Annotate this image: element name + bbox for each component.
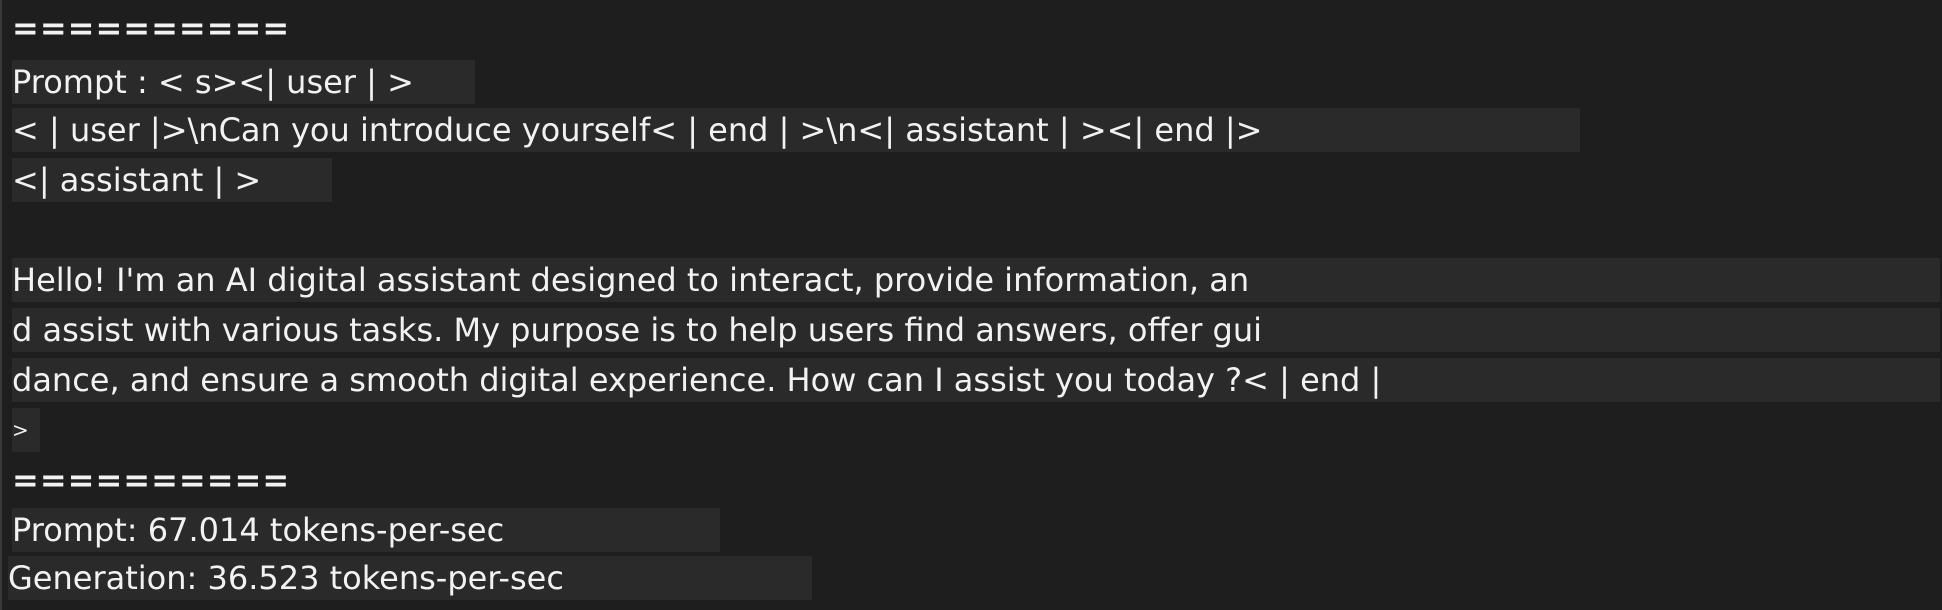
terminal-output: ========== Prompt : < s><| user | > < | … xyxy=(0,0,1942,610)
prompt-line: < | user |>\nCan you introduce yourself<… xyxy=(12,108,1580,152)
response-line: dance, and ensure a smooth digital exper… xyxy=(12,358,1940,402)
prompt-line: <| assistant | > xyxy=(12,158,332,202)
separator-bottom: ========== xyxy=(12,461,291,499)
response-line: d assist with various tasks. My purpose … xyxy=(12,308,1940,352)
response-line: Hello! I'm an AI digital assistant desig… xyxy=(12,258,1940,302)
response-line: > xyxy=(12,408,40,452)
generation-speed-stat: Generation: 36.523 tokens-per-sec xyxy=(8,556,812,600)
prompt-speed-stat: Prompt: 67.014 tokens-per-sec xyxy=(12,508,720,552)
prompt-line: Prompt : < s><| user | > xyxy=(12,60,475,104)
separator-top: ========== xyxy=(12,9,291,47)
